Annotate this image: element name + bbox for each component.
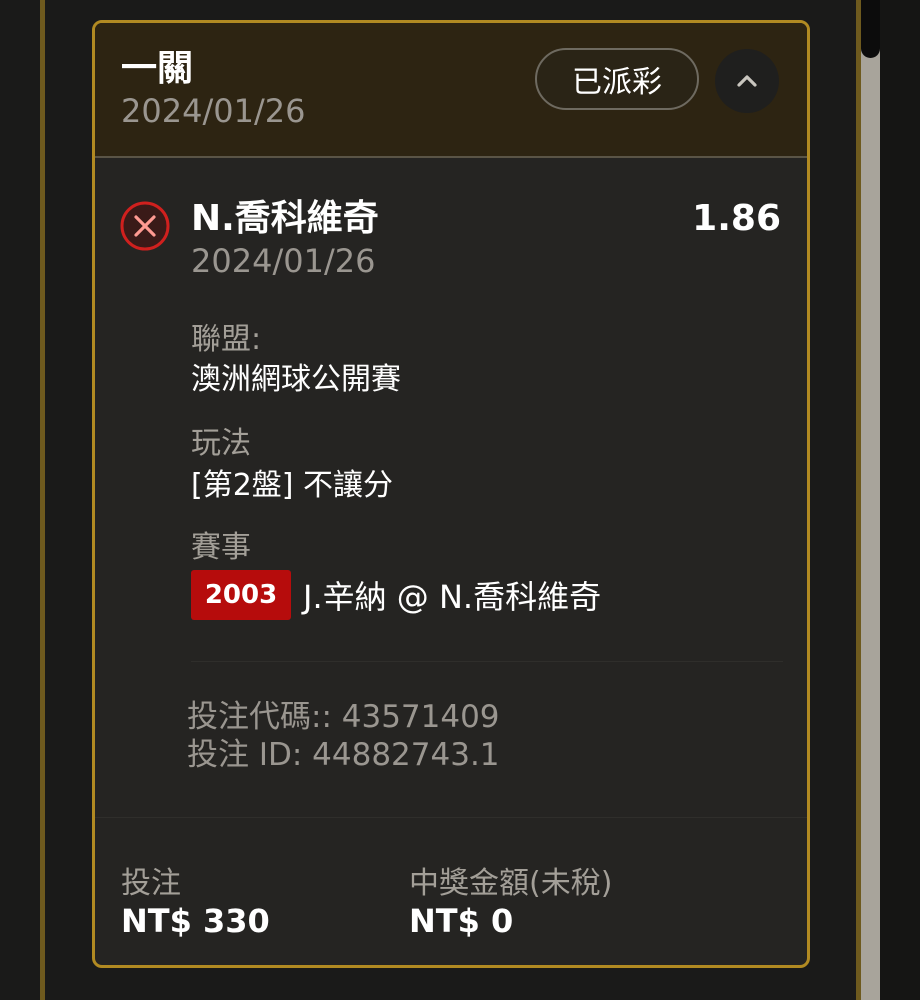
- scrollbar-thumb[interactable]: [861, 0, 880, 58]
- divider: [95, 817, 807, 818]
- bet-code: 投注代碼:: 43571409: [187, 699, 500, 735]
- bet-slip-card: 一關 2024/01/26 已派彩 N.喬科維奇 1.86 2024/01/26…: [92, 20, 810, 968]
- divider: [191, 661, 783, 662]
- bet-date: 2024/01/26: [121, 92, 306, 130]
- stake-value: NT$ 330: [121, 902, 270, 940]
- event-code-badge: 2003: [191, 570, 291, 620]
- bet-slip-header: 一關 2024/01/26 已派彩: [95, 23, 807, 158]
- bet-type-title: 一關: [121, 48, 194, 89]
- payout-value: NT$ 0: [409, 902, 514, 940]
- selection-date: 2024/01/26: [191, 242, 376, 280]
- selection-name: N.喬科維奇: [191, 198, 379, 239]
- settled-status-badge: 已派彩: [535, 48, 699, 110]
- stake-label: 投注: [121, 866, 181, 901]
- chevron-up-icon: [737, 75, 757, 87]
- bet-history-page: 一關 2024/01/26 已派彩 N.喬科維奇 1.86 2024/01/26…: [0, 0, 920, 1000]
- league-value: 澳洲網球公開賽: [191, 362, 401, 397]
- scrollbar-track[interactable]: [861, 0, 880, 1000]
- event-label: 賽事: [191, 530, 251, 565]
- collapse-button[interactable]: [715, 49, 779, 113]
- lost-x-circle-icon: [120, 201, 170, 251]
- event-row: 2003 J.辛納 @ N.喬科維奇: [191, 569, 601, 621]
- bet-id: 投注 ID: 44882743.1: [187, 737, 500, 773]
- event-name: J.辛納 @ N.喬科維奇: [303, 578, 602, 616]
- selection-odds: 1.86: [692, 198, 781, 239]
- left-border: [40, 0, 45, 1000]
- league-label: 聯盟:: [191, 322, 262, 357]
- right-margin: [880, 0, 920, 1000]
- market-value: [第2盤] 不讓分: [191, 468, 394, 503]
- market-label: 玩法: [191, 426, 251, 461]
- payout-label: 中獎金額(未稅): [409, 866, 613, 901]
